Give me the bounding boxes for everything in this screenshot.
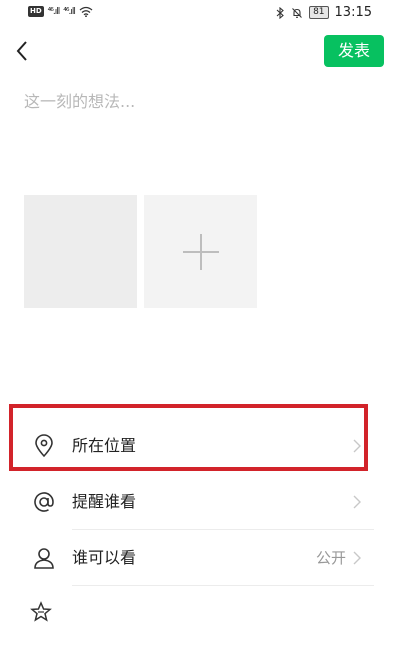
remind-row[interactable]: 提醒谁看 [0,474,400,530]
plus-icon [182,233,219,270]
hd-badge: HD [28,6,44,17]
status-bar-right: 81 13:15 [276,5,372,20]
chevron-left-icon [16,41,27,61]
chevron-right-icon [353,551,361,565]
visibility-value: 公开 [315,549,346,567]
divider [72,585,374,586]
photo-thumbnail[interactable] [24,195,137,308]
battery-indicator: 81 [309,6,329,19]
back-button[interactable] [8,36,36,66]
bluetooth-icon [276,6,284,19]
mute-bell-icon [292,7,302,18]
moment-text-input[interactable] [24,88,376,168]
person-icon [34,548,54,569]
at-sign-icon [34,492,54,512]
signal-icon-2: ⁴⁶.ıll [63,6,76,17]
signal-icon: ⁴⁶.ıll [47,6,61,17]
star-icon[interactable] [30,601,52,623]
divider [72,529,374,530]
visibility-label: 谁可以看 [72,548,137,567]
highlight-frame [9,404,368,471]
add-photo-button[interactable] [144,195,257,308]
remind-label: 提醒谁看 [72,492,137,511]
compose-moment-screen: HD ⁴⁶.ıll ⁴⁶.ıll 81 13:15 发表 这一刻的想法... 所… [0,0,400,660]
publish-button[interactable]: 发表 [324,35,384,67]
wifi-icon [79,6,93,17]
status-bar-left: HD ⁴⁶.ıll ⁴⁶.ıll [28,6,93,17]
visibility-row[interactable]: 谁可以看 公开 [0,530,400,586]
chevron-right-icon [353,495,361,509]
clock: 13:15 [334,5,372,20]
status-bar: HD ⁴⁶.ıll ⁴⁶.ıll 81 13:15 [0,0,400,28]
